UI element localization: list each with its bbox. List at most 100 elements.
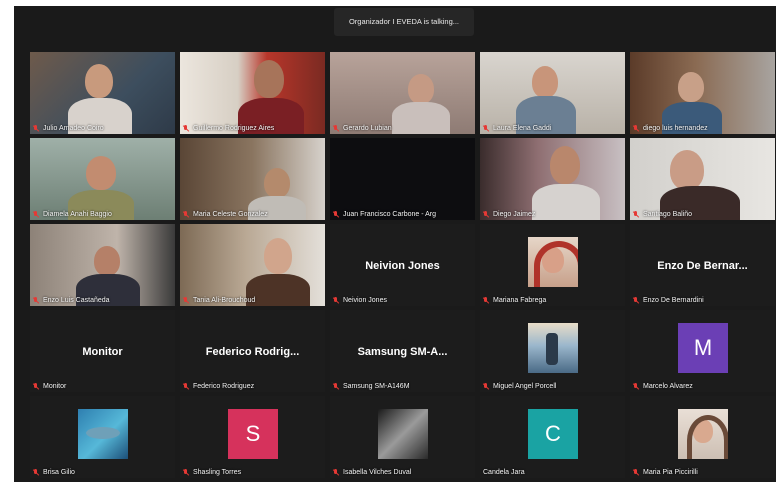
- video-tile[interactable]: Neivion Jones Neivion Jones: [330, 224, 475, 306]
- video-tile[interactable]: Miguel Angel Porcell: [480, 310, 625, 392]
- participant-display-name: Neivion Jones: [365, 260, 440, 272]
- participant-video: [94, 246, 120, 276]
- video-tile[interactable]: diego luis hernandez: [630, 52, 775, 134]
- participant-video: [85, 64, 113, 98]
- mic-muted-icon: [633, 469, 639, 476]
- participant-label: Monitor: [33, 383, 66, 390]
- mic-muted-icon: [183, 383, 189, 390]
- profile-photo-avatar: [78, 409, 128, 459]
- mic-muted-icon: [183, 125, 189, 132]
- mic-muted-icon: [483, 297, 489, 304]
- participant-label: Marcelo Alvarez: [633, 383, 693, 390]
- mic-muted-icon: [183, 469, 189, 476]
- initial-avatar: M: [678, 323, 728, 373]
- mic-muted-icon: [483, 383, 489, 390]
- mic-muted-icon: [633, 211, 639, 218]
- participant-label: Guillermo Rodriguez Aires: [183, 125, 274, 132]
- participant-display-name: Samsung SM-A...: [357, 346, 448, 358]
- participant-label: Candela Jara: [483, 469, 525, 476]
- video-tile[interactable]: Enzo De Bernar... Enzo De Bernardini: [630, 224, 775, 306]
- video-tile[interactable]: Tania Ali-Brouchoud: [180, 224, 325, 306]
- participant-label: diego luis hernandez: [633, 125, 708, 132]
- participant-display-name: Monitor: [82, 346, 123, 358]
- video-tile[interactable]: Maria Celeste Gonzalez: [180, 138, 325, 220]
- participant-video: [670, 150, 704, 190]
- participant-video: [532, 66, 558, 98]
- mic-muted-icon: [33, 469, 39, 476]
- participant-label: Federico Rodriguez: [183, 383, 254, 390]
- participant-label: Miguel Angel Porcell: [483, 383, 556, 390]
- participant-label: Enzo Luis Castañeda: [33, 297, 110, 304]
- mic-muted-icon: [333, 469, 339, 476]
- video-tile[interactable]: Gerardo Lubian: [330, 52, 475, 134]
- participant-label: Isabella Vilches Duval: [333, 469, 411, 476]
- participant-label: Shasling Torres: [183, 469, 241, 476]
- video-tile[interactable]: Diego Jaimez: [480, 138, 625, 220]
- video-tile[interactable]: Mariana Fabrega: [480, 224, 625, 306]
- mic-muted-icon: [183, 211, 189, 218]
- participant-label: Neivion Jones: [333, 297, 387, 304]
- mic-muted-icon: [333, 125, 339, 132]
- mic-muted-icon: [333, 211, 339, 218]
- participant-label: Maria Pia Piccirilli: [633, 469, 698, 476]
- video-tile[interactable]: Diamela Anahi Baggio: [30, 138, 175, 220]
- participant-label: Julio Amadeo Coiro: [33, 125, 104, 132]
- participant-display-name: Enzo De Bernar...: [657, 260, 748, 272]
- video-tile[interactable]: C Candela Jara: [480, 396, 625, 478]
- video-tile[interactable]: Isabella Vilches Duval: [330, 396, 475, 478]
- mic-muted-icon: [483, 211, 489, 218]
- participant-video: [254, 60, 284, 98]
- video-tile[interactable]: M Marcelo Alvarez: [630, 310, 775, 392]
- participant-label: Samsung SM-A146M: [333, 383, 410, 390]
- profile-photo-avatar: [528, 323, 578, 373]
- mic-muted-icon: [33, 125, 39, 132]
- meeting-stage: Organizador I EVEDA is talking... Julio …: [14, 6, 776, 482]
- profile-photo-avatar: [678, 409, 728, 459]
- video-tile[interactable]: Julio Amadeo Coiro: [30, 52, 175, 134]
- participant-video: [678, 72, 704, 102]
- participant-label: Brisa Gilio: [33, 469, 75, 476]
- video-tile[interactable]: Laura Elena Gaddi: [480, 52, 625, 134]
- participant-video: [264, 238, 292, 274]
- mic-muted-icon: [333, 297, 339, 304]
- video-tile[interactable]: Maria Pia Piccirilli: [630, 396, 775, 478]
- participant-label: Diego Jaimez: [483, 211, 535, 218]
- participant-video: [408, 74, 434, 104]
- participant-video: [86, 156, 116, 190]
- participant-video: [550, 146, 580, 184]
- participant-label: Laura Elena Gaddi: [483, 125, 551, 132]
- mic-muted-icon: [33, 211, 39, 218]
- mic-muted-icon: [633, 125, 639, 132]
- participant-label: Mariana Fabrega: [483, 297, 546, 304]
- participant-label: Diamela Anahi Baggio: [33, 211, 112, 218]
- participant-label: Maria Celeste Gonzalez: [183, 211, 268, 218]
- profile-photo-avatar: [528, 237, 578, 287]
- participant-label: Tania Ali-Brouchoud: [183, 297, 255, 304]
- participant-label: Gerardo Lubian: [333, 125, 392, 132]
- video-tile[interactable]: Guillermo Rodriguez Aires: [180, 52, 325, 134]
- mic-muted-icon: [33, 297, 39, 304]
- initial-avatar: S: [228, 409, 278, 459]
- video-tile[interactable]: Brisa Gilio: [30, 396, 175, 478]
- participant-label: Santiago Baliño: [633, 211, 692, 218]
- video-tile[interactable]: Juan Francisco Carbone - Arg: [330, 138, 475, 220]
- participant-label: Juan Francisco Carbone - Arg: [333, 211, 436, 218]
- video-tile[interactable]: Samsung SM-A... Samsung SM-A146M: [330, 310, 475, 392]
- mic-muted-icon: [333, 383, 339, 390]
- initial-avatar: C: [528, 409, 578, 459]
- mic-muted-icon: [633, 383, 639, 390]
- profile-photo-avatar: [378, 409, 428, 459]
- active-speaker-banner: Organizador I EVEDA is talking...: [334, 8, 474, 36]
- participant-video: [264, 168, 290, 198]
- mic-muted-icon: [633, 297, 639, 304]
- video-tile[interactable]: Monitor Monitor: [30, 310, 175, 392]
- video-tile[interactable]: Enzo Luis Castañeda: [30, 224, 175, 306]
- mic-muted-icon: [483, 125, 489, 132]
- participant-label: Enzo De Bernardini: [633, 297, 704, 304]
- mic-muted-icon: [183, 297, 189, 304]
- video-tile[interactable]: Santiago Baliño: [630, 138, 775, 220]
- video-tile[interactable]: Federico Rodrig... Federico Rodriguez: [180, 310, 325, 392]
- participant-display-name: Federico Rodrig...: [205, 346, 300, 358]
- mic-muted-icon: [33, 383, 39, 390]
- video-tile[interactable]: S Shasling Torres: [180, 396, 325, 478]
